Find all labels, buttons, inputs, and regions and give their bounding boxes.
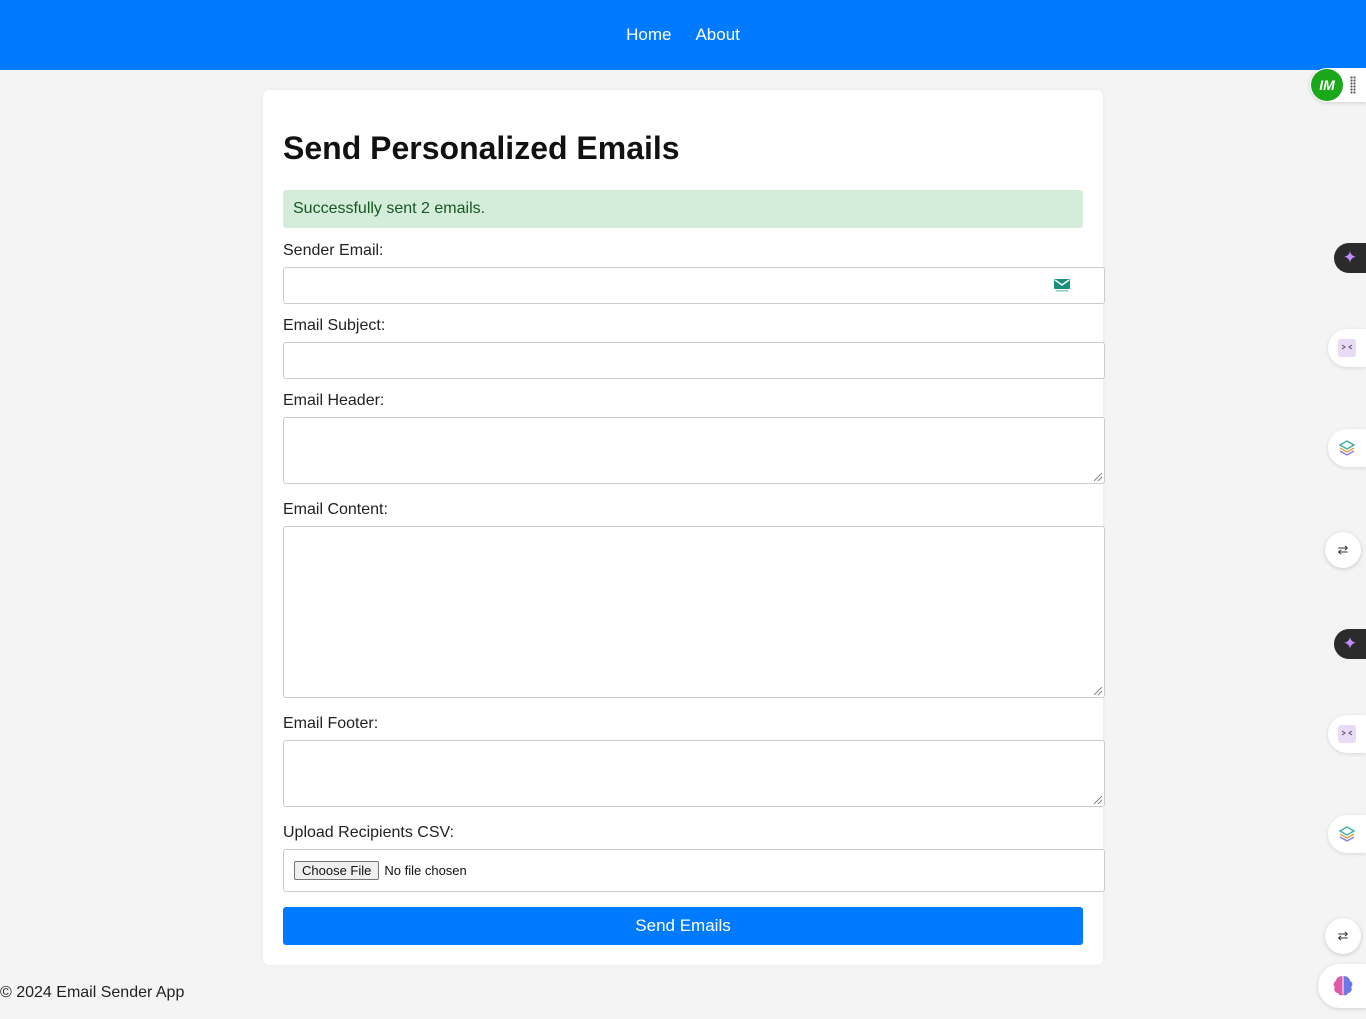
translate-icon: ⇄ xyxy=(1337,928,1349,943)
dev-tool-button-2[interactable] xyxy=(1328,715,1366,753)
email-footer-label: Email Footer: xyxy=(283,715,379,732)
choose-file-button[interactable]: Choose File xyxy=(294,861,380,880)
sparkle-icon: ✦ xyxy=(1342,248,1358,267)
file-name-status: No file chosen xyxy=(384,863,467,878)
brain-ai-button[interactable] xyxy=(1318,964,1366,1008)
translate-button-2[interactable]: ⇄ xyxy=(1325,918,1361,954)
sender-email-input[interactable] xyxy=(283,267,1105,304)
layers-icon xyxy=(1338,440,1356,456)
sparkle-icon: ✦ xyxy=(1342,634,1358,653)
resize-grip-icon[interactable] xyxy=(1094,473,1102,481)
brain-icon xyxy=(1333,976,1353,996)
page-footer: © 2024 Email Sender App xyxy=(0,984,185,1001)
im-logo-icon: IM xyxy=(1311,69,1343,101)
code-face-icon xyxy=(1338,339,1356,357)
im-extension-badge[interactable]: IM xyxy=(1310,68,1366,102)
email-footer-textarea[interactable] xyxy=(283,740,1105,807)
translate-icon: ⇄ xyxy=(1337,542,1349,557)
email-form-card: Send Personalized Emails Successfully se… xyxy=(263,90,1105,965)
sender-email-label: Sender Email: xyxy=(283,242,384,259)
sparkle-ai-button[interactable]: ✦ xyxy=(1334,243,1366,273)
success-alert: Successfully sent 2 emails. xyxy=(283,190,1083,228)
layers-icon xyxy=(1338,826,1356,842)
nav-about-link[interactable]: About xyxy=(695,25,739,45)
send-emails-button[interactable]: Send Emails xyxy=(283,907,1083,945)
code-face-icon xyxy=(1338,725,1356,743)
email-content-label: Email Content: xyxy=(283,501,388,518)
page-title: Send Personalized Emails xyxy=(283,130,680,166)
email-header-textarea[interactable] xyxy=(283,417,1105,484)
translate-button[interactable]: ⇄ xyxy=(1325,532,1361,568)
mail-icon[interactable] xyxy=(1054,279,1070,292)
sparkle-ai-button-2[interactable]: ✦ xyxy=(1334,629,1366,659)
resize-grip-icon[interactable] xyxy=(1094,796,1102,804)
layers-tool-button[interactable] xyxy=(1328,429,1366,467)
csv-file-input[interactable]: Choose File No file chosen xyxy=(283,849,1105,892)
email-subject-input[interactable] xyxy=(283,342,1105,379)
nav-home-link[interactable]: Home xyxy=(626,25,671,45)
dev-tool-button[interactable] xyxy=(1328,329,1366,367)
email-subject-label: Email Subject: xyxy=(283,317,386,334)
resize-grip-icon[interactable] xyxy=(1094,687,1102,695)
email-content-textarea[interactable] xyxy=(283,526,1105,698)
csv-upload-label: Upload Recipients CSV: xyxy=(283,824,455,841)
email-header-label: Email Header: xyxy=(283,392,385,409)
layers-tool-button-2[interactable] xyxy=(1328,815,1366,853)
drag-handle-icon[interactable] xyxy=(1350,76,1356,94)
top-nav: Home About xyxy=(0,0,1366,70)
